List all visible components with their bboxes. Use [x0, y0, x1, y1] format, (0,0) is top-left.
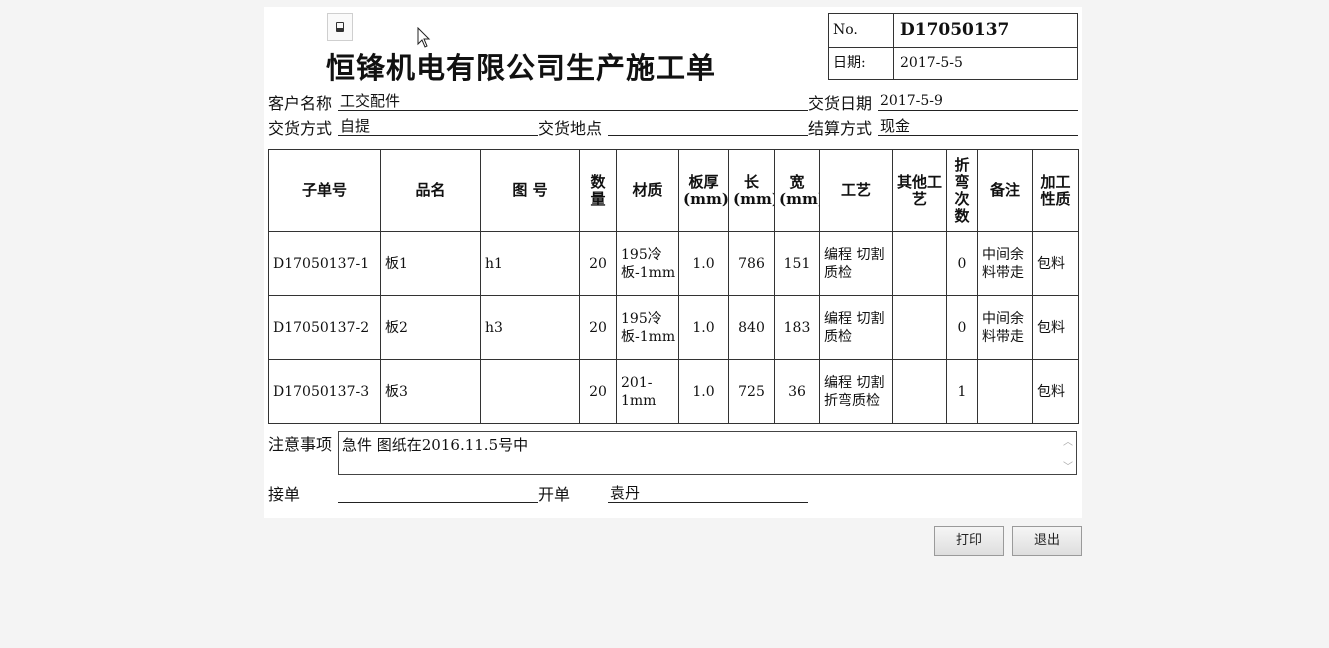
- table-row: D17050137-3 板3 20 201-1mm 1.0 725 36 编程 …: [268, 359, 1079, 424]
- cell-quantity: 20: [579, 359, 617, 424]
- order-date-label: 日期:: [829, 47, 894, 80]
- cell-other-process: [892, 359, 947, 424]
- col-header-item-name: 品名: [380, 149, 481, 232]
- cell-process: 编程 切割 质检: [819, 295, 893, 360]
- cell-remarks: 中间余料带走: [977, 231, 1033, 296]
- cell-drawing-no: h1: [480, 231, 580, 296]
- col-header-drawing-no: 图 号: [480, 149, 580, 232]
- cell-quantity: 20: [579, 295, 617, 360]
- cell-other-process: [892, 295, 947, 360]
- cell-sub-order: D17050137-3: [268, 359, 381, 424]
- notes-label: 注意事项: [268, 435, 333, 454]
- table-row: D17050137-2 板2 h3 20 195冷板-1mm 1.0 840 1…: [268, 295, 1079, 360]
- scroll-down-icon[interactable]: ﹀: [1063, 458, 1073, 473]
- cell-processing-type: 包料: [1032, 231, 1079, 296]
- notes-text: 急件 图纸在2016.11.5号中: [342, 436, 529, 454]
- cell-length: 786: [728, 231, 775, 296]
- col-header-thickness: 板厚(mm): [678, 149, 729, 232]
- cell-quantity: 20: [579, 231, 617, 296]
- cell-material: 195冷板-1mm: [616, 231, 679, 296]
- cell-width: 183: [774, 295, 820, 360]
- printer-icon: [336, 22, 344, 32]
- cell-bend-count: 1: [946, 359, 978, 424]
- order-items-table: 子单号 品名 图 号 数量 材质 板厚(mm) 长(mm) 宽(mm) 工艺 其…: [268, 149, 1079, 424]
- cell-drawing-no: [480, 359, 580, 424]
- cell-thickness: 1.0: [678, 231, 729, 296]
- cell-width: 151: [774, 231, 820, 296]
- exit-button[interactable]: 退出: [1012, 526, 1082, 556]
- cell-process: 编程 切割 折弯质检: [819, 359, 893, 424]
- cell-drawing-no: h3: [480, 295, 580, 360]
- table-row: D17050137-1 板1 h1 20 195冷板-1mm 1.0 786 1…: [268, 231, 1079, 296]
- delivery-method-label: 交货方式: [268, 119, 333, 138]
- issuer-field[interactable]: 袁丹: [608, 483, 808, 503]
- cell-width: 36: [774, 359, 820, 424]
- delivery-date-label: 交货日期: [808, 94, 873, 113]
- cell-length: 725: [728, 359, 775, 424]
- cell-material: 195冷板-1mm: [616, 295, 679, 360]
- cell-process: 编程 切割 质检: [819, 231, 893, 296]
- customer-label: 客户名称: [268, 94, 333, 113]
- cell-other-process: [892, 231, 947, 296]
- col-header-length: 长(mm): [728, 149, 775, 232]
- settlement-label: 结算方式: [808, 119, 873, 138]
- notes-textarea[interactable]: 急件 图纸在2016.11.5号中 ︿ ﹀: [338, 431, 1077, 475]
- cell-processing-type: 包料: [1032, 359, 1079, 424]
- cell-remarks: [977, 359, 1033, 424]
- cell-processing-type: 包料: [1032, 295, 1079, 360]
- cell-item-name: 板1: [380, 231, 481, 296]
- cell-item-name: 板3: [380, 359, 481, 424]
- order-number-box: No. D17050137 日期: 2017-5-5: [828, 13, 1078, 80]
- order-number-label: No.: [829, 14, 894, 47]
- cell-bend-count: 0: [946, 295, 978, 360]
- cell-remarks: 中间余料带走: [977, 295, 1033, 360]
- cell-sub-order: D17050137-2: [268, 295, 381, 360]
- work-order-sheet: 恒锋机电有限公司生产施工单 No. D17050137 日期: 2017-5-5…: [264, 7, 1082, 518]
- col-header-other-process: 其他工艺: [892, 149, 947, 232]
- col-header-material: 材质: [616, 149, 679, 232]
- receiver-label: 接单: [268, 485, 301, 504]
- delivery-place-label: 交货地点: [538, 119, 603, 138]
- settlement-field[interactable]: 现金: [878, 116, 1078, 136]
- col-header-remarks: 备注: [977, 149, 1033, 232]
- col-header-process: 工艺: [819, 149, 893, 232]
- cell-thickness: 1.0: [678, 359, 729, 424]
- order-date-value: 2017-5-5: [900, 55, 963, 71]
- cell-thickness: 1.0: [678, 295, 729, 360]
- print-icon-button[interactable]: [327, 13, 353, 41]
- receiver-field[interactable]: [338, 483, 538, 503]
- cell-sub-order: D17050137-1: [268, 231, 381, 296]
- issuer-label: 开单: [538, 485, 571, 504]
- customer-field[interactable]: 工交配件: [338, 91, 808, 111]
- delivery-place-field[interactable]: [608, 116, 808, 136]
- col-header-width: 宽(mm): [774, 149, 820, 232]
- col-header-processing-type: 加工性质: [1032, 149, 1079, 232]
- col-header-quantity: 数量: [579, 149, 617, 232]
- order-number-value: D17050137: [900, 20, 1010, 40]
- col-header-bend-count: 折弯次数: [946, 149, 978, 232]
- page-title: 恒锋机电有限公司生产施工单: [326, 51, 717, 85]
- delivery-method-field[interactable]: 自提: [338, 116, 538, 136]
- cell-bend-count: 0: [946, 231, 978, 296]
- cell-length: 840: [728, 295, 775, 360]
- col-header-sub-order: 子单号: [268, 149, 381, 232]
- table-header-row: 子单号 品名 图 号 数量 材质 板厚(mm) 长(mm) 宽(mm) 工艺 其…: [268, 149, 1079, 232]
- cell-item-name: 板2: [380, 295, 481, 360]
- delivery-date-field[interactable]: 2017-5-9: [878, 91, 1078, 111]
- print-button[interactable]: 打印: [934, 526, 1004, 556]
- scroll-up-icon[interactable]: ︿: [1063, 433, 1073, 448]
- notes-scrollbar[interactable]: ︿ ﹀: [1061, 433, 1075, 473]
- cell-material: 201-1mm: [616, 359, 679, 424]
